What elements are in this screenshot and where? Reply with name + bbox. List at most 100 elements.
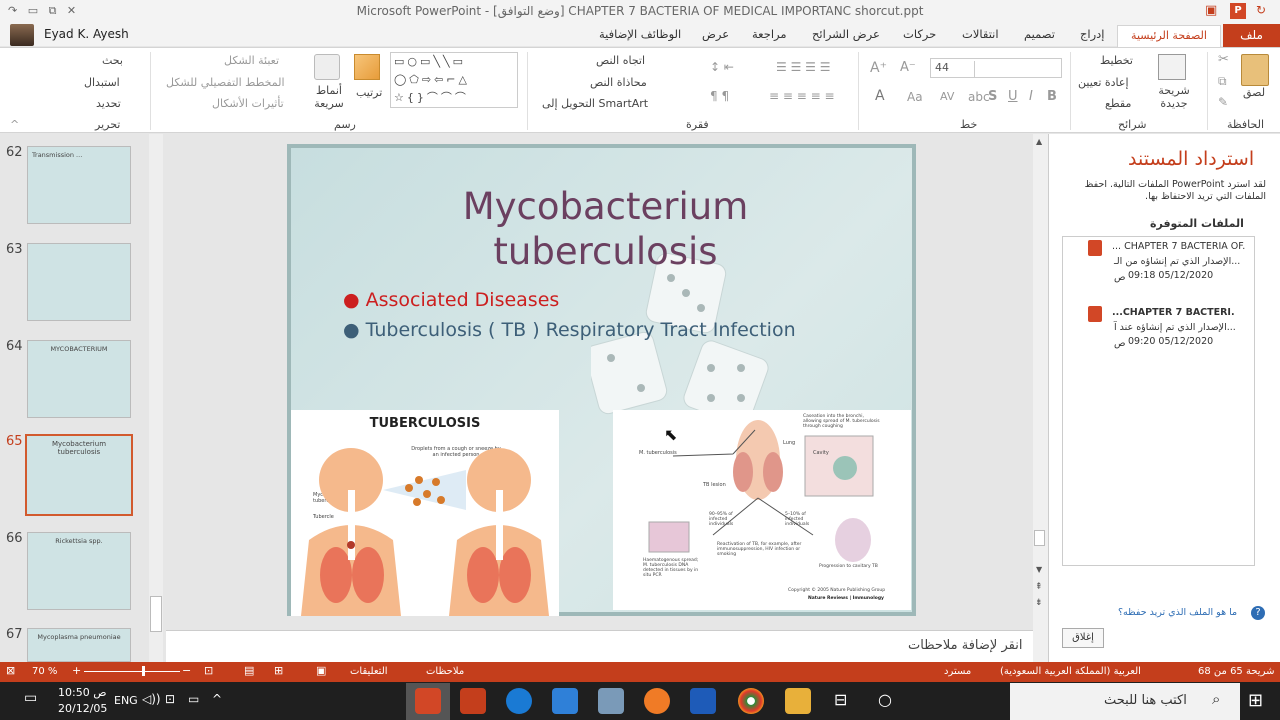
slide-bullet-2[interactable]: ● Tuberculosis ( TB ) Respiratory Tract … — [343, 319, 796, 341]
volume-icon[interactable]: ◁)) — [142, 692, 161, 706]
shape-effects-button[interactable]: تأثيرات الأشكال — [212, 97, 284, 110]
select-button[interactable]: تحديد — [96, 97, 121, 110]
slide-scroll-thumb[interactable] — [1034, 530, 1045, 546]
zoom-in-icon[interactable]: + — [72, 664, 81, 677]
reading-view-icon[interactable]: ▤ — [244, 664, 254, 677]
recovered-file-name[interactable]: ...CHAPTER 7 BACTERI. — [1112, 307, 1235, 318]
tab-addins[interactable]: الوظائف الإضافية — [599, 27, 681, 41]
section-button[interactable]: مقطع — [1105, 97, 1131, 110]
copy-icon[interactable]: ⧉ — [1218, 74, 1227, 89]
tuberculosis-illustration[interactable]: TUBERCULOSIS Droplets from a cough or sn… — [291, 410, 559, 616]
collapse-ribbon-icon[interactable]: ^ — [10, 118, 19, 131]
help-icon[interactable]: ? — [1251, 606, 1265, 620]
arrange-icon[interactable] — [354, 54, 380, 80]
text-direction-button[interactable]: اتجاه النص — [596, 54, 645, 67]
user-name[interactable]: Eyad K. Ayesh — [44, 27, 129, 41]
bold-icon[interactable]: B — [1047, 89, 1057, 104]
download-icon[interactable] — [552, 688, 578, 714]
slide-thumbnail-62[interactable]: Transmission ... — [27, 146, 131, 224]
slide-thumbnail-63[interactable] — [27, 243, 131, 321]
which-file-link[interactable]: ما هو الملف الذي تريد حفظه؟ — [1118, 607, 1237, 618]
outlook-icon[interactable] — [690, 688, 716, 714]
tab-home[interactable]: الصفحة الرئيسية — [1117, 25, 1221, 47]
chrome-icon[interactable] — [738, 688, 764, 714]
line-spacing-icon[interactable]: ↕ ⇤ — [710, 60, 734, 74]
underline-icon[interactable]: U — [1008, 89, 1018, 104]
slide-title[interactable]: Mycobacterium tuberculosis — [291, 184, 920, 274]
slide-thumbnail-67[interactable]: Mycoplasma pneumoniae — [27, 628, 131, 662]
smartart-button[interactable]: التحويل إلى SmartArt — [542, 97, 648, 110]
quick-styles-button[interactable]: أنماط سريعة — [312, 84, 346, 110]
arrange-button[interactable]: ترتيب — [356, 86, 382, 99]
redo-icon[interactable]: ↻ — [1256, 3, 1266, 17]
thumbnail-scrollbar[interactable] — [149, 134, 163, 662]
font-size-box[interactable]: 44 — [935, 61, 975, 77]
slide-thumbnail-65[interactable]: Mycobacterium tuberculosis — [25, 434, 133, 516]
previous-slide-icon[interactable]: ⇞ — [1035, 582, 1043, 592]
task-view-icon[interactable]: ⊟ — [834, 690, 847, 709]
scroll-up-icon[interactable]: ▲ — [1036, 137, 1042, 146]
cortana-icon[interactable]: ○ — [878, 690, 892, 709]
grow-font-icon[interactable]: A⁺ — [870, 60, 887, 76]
replace-button[interactable]: استبدال — [84, 76, 120, 89]
shape-outline-button[interactable]: المخطط التفصيلي للشكل — [166, 76, 285, 89]
comments-toggle[interactable]: التعليقات — [350, 666, 388, 677]
input-language[interactable]: ENG — [114, 694, 138, 707]
tab-file[interactable]: ملف — [1223, 24, 1280, 48]
next-slide-icon[interactable]: ⇟ — [1035, 598, 1043, 608]
shadow-icon[interactable]: S — [988, 89, 997, 104]
paste-button[interactable]: لصق — [1243, 86, 1265, 99]
clock-time[interactable]: 10:50 ص — [58, 686, 107, 699]
battery-icon[interactable]: ▭ — [188, 692, 199, 706]
tb-pathogenesis-diagram[interactable]: M. tuberculosis Lung TB lesion Cavity Ca… — [613, 410, 911, 610]
new-slide-button[interactable]: شريحة جديدة — [1154, 84, 1194, 110]
network-icon[interactable]: ⊡ — [165, 692, 175, 706]
tab-review[interactable]: مراجعة — [752, 27, 787, 41]
slide-sorter-icon[interactable]: ⊞ — [274, 664, 283, 677]
quick-access-toolbar[interactable]: ↷ ▭ ⧉ ✕ — [8, 4, 76, 18]
close-button[interactable]: إغلاق — [1062, 628, 1104, 648]
align-text-button[interactable]: محاذاة النص — [590, 76, 647, 89]
powerpoint-taskbar-icon[interactable] — [460, 688, 486, 714]
taskbar-search-placeholder[interactable]: اكتب هنا للبحث — [1104, 693, 1187, 708]
clear-formatting-icon[interactable]: abc — [968, 90, 990, 104]
format-painter-icon[interactable]: ✎ — [1218, 95, 1228, 109]
shape-fill-button[interactable]: تعبئة الشكل — [224, 54, 279, 67]
save-icon[interactable]: ▣ — [1205, 3, 1217, 18]
find-button[interactable]: بحث — [102, 54, 123, 67]
recovered-file-name[interactable]: ... CHAPTER 7 BACTERIA OF. — [1112, 241, 1245, 252]
notes-placeholder[interactable]: انقر لإضافة ملاحظات — [908, 638, 1022, 653]
tab-design[interactable]: تصميم — [1024, 27, 1055, 41]
zoom-level[interactable]: 70 % — [32, 666, 57, 677]
notes-toggle[interactable]: ملاحظات — [426, 666, 464, 677]
slide-thumbnail-64[interactable]: MYCOBACTERIUM — [27, 340, 131, 418]
thumbnail-scroll-thumb[interactable] — [150, 596, 162, 632]
scroll-down-icon[interactable]: ▼ — [1036, 565, 1042, 574]
fit-to-window-icon[interactable]: ⊠ — [6, 664, 15, 677]
tab-insert[interactable]: إدراج — [1080, 27, 1105, 41]
notes-pane[interactable] — [166, 630, 1033, 662]
language-status[interactable]: العربية (المملكة العربية السعودية) — [1000, 666, 1141, 677]
zoom-slider[interactable] — [84, 671, 180, 672]
notifications-icon[interactable]: ▭ — [24, 690, 37, 706]
font-color-icon[interactable]: A — [875, 88, 885, 104]
slideshow-icon[interactable]: ⊡ — [204, 664, 213, 677]
avatar[interactable] — [10, 24, 34, 46]
layout-button[interactable]: تخطيط — [1100, 54, 1133, 67]
shrink-font-icon[interactable]: A⁻ — [900, 60, 916, 75]
change-case-icon[interactable]: Aa — [907, 90, 923, 104]
tab-view[interactable]: عرض — [702, 27, 729, 41]
internet-explorer-icon[interactable] — [506, 688, 532, 714]
list-icons[interactable]: ☰ ☰ ☰ ☰ — [776, 60, 830, 74]
quick-styles-icon[interactable] — [314, 54, 340, 80]
slide-bullet-1[interactable]: ● Associated Diseases — [343, 289, 559, 311]
current-slide[interactable]: Mycobacterium tuberculosis ● Associated … — [287, 144, 916, 616]
firefox-icon[interactable] — [644, 688, 670, 714]
spacing-icon[interactable]: AV — [940, 90, 954, 103]
tab-transitions[interactable]: انتقالات — [962, 27, 999, 41]
slide-thumbnail-66[interactable]: Rickettsia spp. — [27, 532, 131, 610]
italic-icon[interactable]: I — [1029, 89, 1033, 104]
windows-start-icon[interactable]: ⊞ — [1248, 690, 1263, 711]
cut-icon[interactable]: ✂ — [1218, 52, 1229, 67]
clock-date[interactable]: 20/12/05 — [58, 702, 107, 715]
